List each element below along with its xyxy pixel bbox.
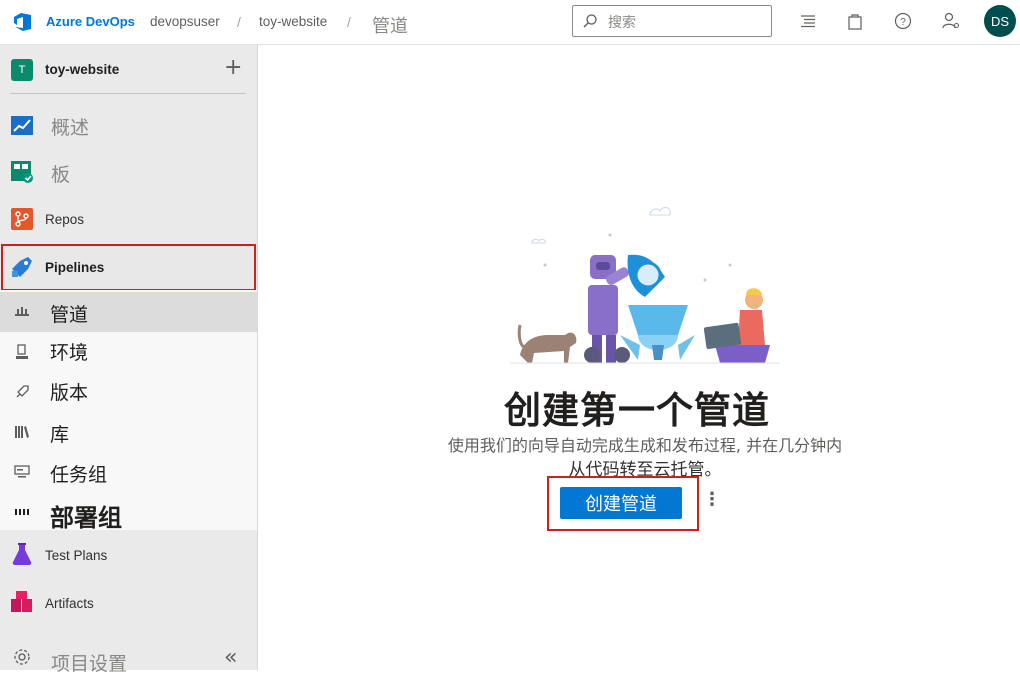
azure-devops-logo-icon[interactable] [11,10,35,34]
task-group-icon [14,465,30,478]
shopping-bag-icon[interactable] [845,11,865,31]
user-settings-icon[interactable] [941,11,961,31]
sidebar-item-label: 板 [51,164,71,186]
more-options-icon[interactable]: ⋮ [703,490,721,510]
artifacts-icon [11,591,32,612]
add-icon[interactable]: + [224,57,242,79]
page-description: 使用我们的向导自动完成生成和发布过程, 并在几分钟内 [447,436,843,455]
breadcrumb-org[interactable]: devopsuser [150,14,220,29]
sidebar-item-label: 项目设置 [51,653,128,675]
sidebar-subitem-pipelines[interactable]: 管道 [0,292,257,332]
breadcrumb-project[interactable]: toy-website [259,14,327,29]
sidebar-item-label: 概述 [51,117,90,139]
page-title: 创建第一个管道 [504,389,770,432]
release-icon [16,385,29,398]
pipeline-illustration [510,207,780,364]
sidebar: T toy-website + 概述 板 Repos Pipelines 管道 … [0,45,258,675]
search-icon [583,14,597,28]
project-badge: T [11,59,33,81]
sidebar-subitem-label: 部署组 [50,504,122,532]
sidebar-subitem-label: 库 [50,424,70,446]
sidebar-item-label: Test Plans [45,548,108,563]
top-bar: Azure DevOps devopsuser / toy-website / … [0,0,1020,45]
sidebar-subitem-label: 环境 [50,342,89,364]
sidebar-subitem-label: 管道 [50,304,89,326]
repos-icon [11,208,33,230]
sidebar-item-artifacts[interactable]: Artifacts [0,588,257,618]
brand-link[interactable]: Azure DevOps [46,14,135,29]
breadcrumb-separator: / [237,14,241,30]
overview-icon [11,116,33,135]
list-icon[interactable] [798,11,818,31]
divider [10,93,246,94]
sidebar-subitem-deployment-groups[interactable]: 部署组 [0,492,257,532]
sidebar-item-boards[interactable]: 板 [0,158,257,188]
pipelines-icon [12,257,32,277]
avatar[interactable]: DS [984,5,1016,37]
gear-icon [14,649,30,665]
library-icon [15,426,29,438]
sidebar-item-overview[interactable]: 概述 [0,111,257,141]
environment-icon [16,344,28,359]
sidebar-item-test-plans[interactable]: Test Plans [0,540,257,570]
sidebar-subitem-environments[interactable]: 环境 [0,332,257,372]
sidebar-subitem-library[interactable]: 库 [0,412,257,452]
sidebar-item-repos[interactable]: Repos [0,205,257,235]
svg-text:?: ? [900,17,906,28]
search-input[interactable]: 搜索 [608,12,636,32]
help-icon[interactable]: ? [893,11,913,31]
sidebar-subitem-label: 版本 [50,382,89,404]
pipelines-subnav: 管道 环境 版本 库 任务组 部署组 [0,290,257,532]
sidebar-item-pipelines[interactable]: Pipelines [0,252,257,282]
sidebar-item-label: Repos [45,212,85,227]
test-plans-icon [12,543,32,565]
project-name[interactable]: toy-website [45,62,119,77]
sidebar-item-label: Pipelines [45,260,105,275]
deployment-group-icon [15,509,29,515]
pipeline-sub-icon [15,307,29,316]
create-pipeline-button[interactable]: 创建管道 [560,487,682,519]
sidebar-subitem-task-groups[interactable]: 任务组 [0,452,257,492]
sidebar-subitem-releases[interactable]: 版本 [0,372,257,412]
breadcrumb-separator: / [347,14,351,30]
collapse-sidebar-icon[interactable]: « [224,645,237,670]
sidebar-subitem-label: 任务组 [50,464,108,486]
sidebar-item-project-settings[interactable]: 项目设置 [0,645,257,675]
search-box[interactable]: 搜索 [572,5,772,37]
breadcrumb-page[interactable]: 管道 [372,12,408,38]
boards-icon [11,161,33,183]
sidebar-item-label: Artifacts [45,596,94,611]
